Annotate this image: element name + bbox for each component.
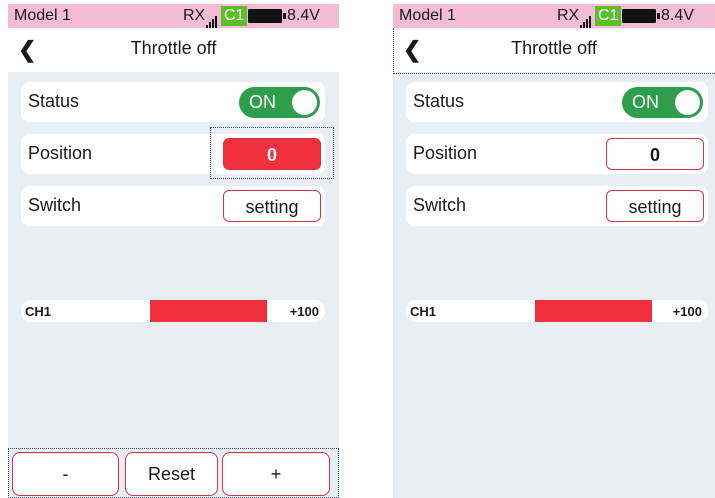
signal-icon [580,4,596,28]
switch-row: Switch setting [406,186,708,226]
status-label: Status [28,91,80,111]
battery-voltage: 8.4V [287,7,320,24]
channel-badge: C1 [221,6,248,26]
position-row: Position 0 [21,134,325,174]
position-value-button[interactable]: 0 [223,138,321,170]
channel-name: CH1 [410,304,437,319]
model-name: Model 1 [14,7,71,24]
battery-icon [248,9,286,23]
minus-button[interactable]: - [12,452,119,496]
header: ❮ Throttle off [8,28,339,72]
channel-bar: CH1 +100 [406,300,708,322]
screen-right: Model 1 RX C1 8.4V ❮ Throttle off Status… [393,0,715,498]
position-label: Position [413,143,478,163]
screen-left: Model 1 RX C1 8.4V ❮ Throttle off Status… [8,0,339,498]
rx-label: RX [183,7,206,24]
channel-value: +100 [672,304,702,319]
rx-indicator: RX [557,4,596,28]
plus-button[interactable]: + [222,452,330,496]
page-title: Throttle off [511,38,597,58]
channel-bar: CH1 +100 [21,300,325,322]
channel-badge: C1 [595,6,622,26]
channel-fill [150,300,267,322]
rx-indicator: RX [183,4,222,28]
status-toggle[interactable]: ON [622,87,703,118]
channel-fill [535,300,652,322]
reset-button[interactable]: Reset [125,452,218,496]
status-row: Status ON [21,82,325,122]
status-bar: Model 1 RX C1 8.4V [393,4,715,28]
battery-voltage: 8.4V [661,7,694,24]
switch-label: Switch [413,195,467,215]
header: ❮ Throttle off [393,28,715,72]
position-row: Position 0 [406,134,708,174]
settings-panel: Status ON Position 0 Switch setting CH1 … [8,72,339,498]
signal-icon [206,4,222,28]
settings-panel: Status ON Position 0 Switch setting CH1 … [393,72,715,498]
status-row: Status ON [406,82,708,122]
channel-name: CH1 [25,304,52,319]
toggle-knob [292,90,317,115]
switch-row: Switch setting [21,186,325,226]
switch-label: Switch [28,195,82,215]
switch-setting-button[interactable]: setting [223,190,321,222]
status-bar: Model 1 RX C1 8.4V [8,4,339,28]
toggle-knob [675,90,700,115]
battery-icon [622,9,660,23]
position-value-button[interactable]: 0 [606,138,704,170]
toggle-state: ON [249,92,276,112]
rx-label: RX [557,7,580,24]
channel-value: +100 [289,304,319,319]
switch-setting-button[interactable]: setting [606,190,704,222]
model-name: Model 1 [399,7,456,24]
position-label: Position [28,143,93,163]
status-toggle[interactable]: ON [239,87,320,118]
toggle-state: ON [632,92,659,112]
page-title: Throttle off [130,38,217,58]
bottom-bar: - Reset + [8,452,339,498]
status-label: Status [413,91,465,111]
